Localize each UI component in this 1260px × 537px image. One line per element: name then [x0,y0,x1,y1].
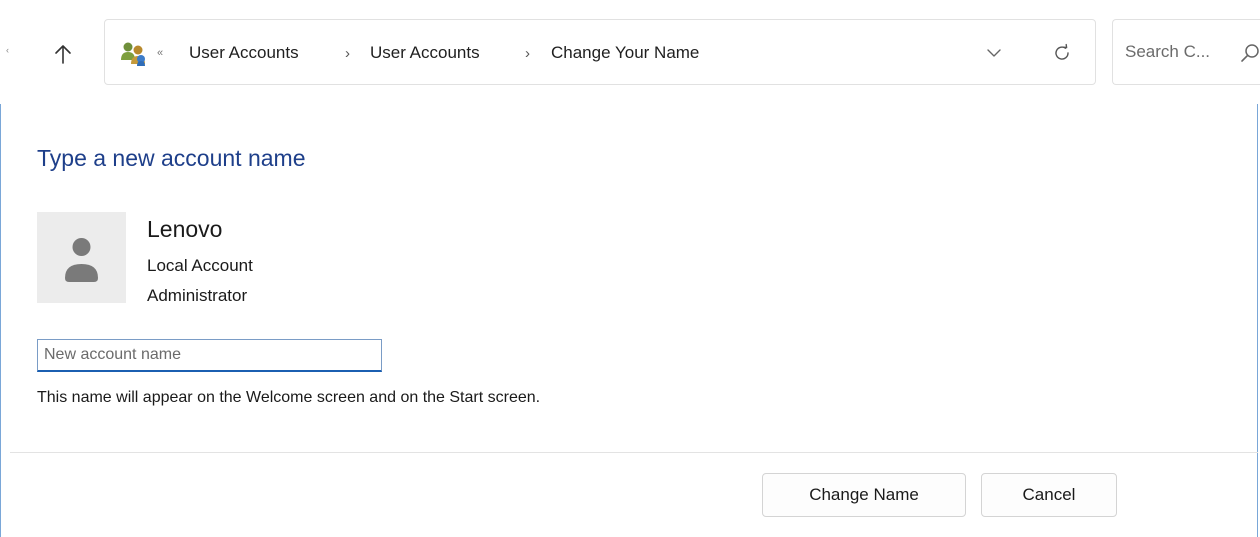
cancel-button[interactable]: Cancel [981,473,1117,517]
address-dropdown-button[interactable] [979,40,1009,66]
navigation-toolbar: ‹ « User Accounts › User Accounts › Chan… [0,0,1260,104]
breadcrumb-overflow[interactable]: « [157,48,163,59]
help-text: This name will appear on the Welcome scr… [37,389,541,406]
breadcrumb-item-user-accounts-2[interactable]: User Accounts [370,42,480,64]
account-type: Local Account [147,256,253,275]
new-account-name-input[interactable] [37,339,382,372]
chevron-down-icon [987,49,1001,57]
page-title: Type a new account name [37,145,306,171]
back-button-edge[interactable]: ‹ [6,46,12,55]
user-accounts-icon [121,42,145,66]
refresh-button[interactable] [1047,38,1077,68]
refresh-icon [1055,43,1069,60]
change-name-button[interactable]: Change Name [762,473,966,517]
footer-divider [10,452,1258,453]
search-icon [1241,44,1259,62]
breadcrumb-item-change-your-name[interactable]: Change Your Name [551,42,699,64]
up-arrow-icon [55,45,71,64]
account-name: Lenovo [147,216,223,242]
avatar [37,212,126,303]
breadcrumb-separator[interactable]: › [525,43,530,65]
user-avatar-icon [65,238,98,282]
address-bar[interactable]: « User Accounts › User Accounts › Change… [104,19,1096,85]
breadcrumb-separator[interactable]: › [345,43,350,65]
breadcrumb-item-user-accounts[interactable]: User Accounts [189,42,299,64]
search-input[interactable] [1125,40,1221,64]
account-role: Administrator [147,286,248,305]
up-button[interactable] [40,28,86,80]
search-box[interactable] [1112,19,1260,85]
